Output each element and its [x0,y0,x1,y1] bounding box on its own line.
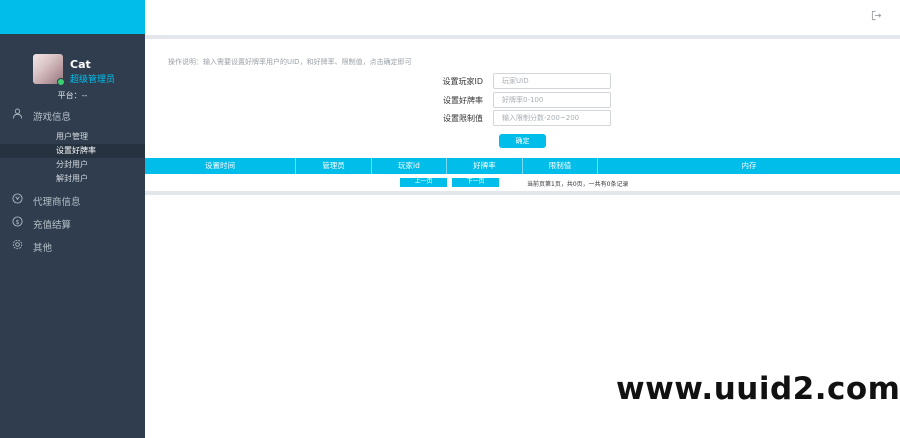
sidebar-subitem-unban-user[interactable]: 解封用户 [0,172,145,186]
sidebar-subitem-user-management[interactable]: 用户管理 [0,130,145,144]
sidebar-nav: 游戏信息 用户管理 设置好牌率 分封用户 解封用户 代理商信息 $ 充值结算 其… [0,104,145,258]
top-header [145,0,900,34]
online-status-dot [57,78,65,86]
table-bottom-divider [145,191,900,195]
confirm-button[interactable]: 确定 [499,134,546,148]
column-header[interactable]: 玩家id [372,158,447,174]
sidebar-item-label: 游戏信息 [33,112,72,123]
user-icon [12,108,23,119]
app: Cat 超级管理员 平台：-- 游戏信息 用户管理 设置好牌率 分封用户 解封用… [0,0,900,438]
platform-info: 平台：-- [0,90,145,101]
sidebar-item-label: 其他 [33,243,53,254]
logout-icon[interactable] [871,10,882,21]
sidebar-item-label: 充值结算 [33,220,72,231]
column-header[interactable]: 好牌率 [447,158,523,174]
agent-icon [12,193,23,204]
column-header[interactable]: 限制值 [523,158,598,174]
form-row-limit: 设置限制值 [145,110,900,126]
next-page-button[interactable]: 下一页 [452,178,499,187]
gear-icon [12,239,23,250]
sidebar-subitem-set-good-rate[interactable]: 设置好牌率 [0,144,145,158]
pagination: 上一页 下一页 当前页第1页，共0页，一共有0条记录 [145,177,900,189]
brand-bar [0,0,145,34]
instruction-text: 操作说明：输入需要设置好牌率用户的UID，和好牌率、限制值，点击确定即可 [168,58,412,66]
column-header[interactable]: 管理员 [296,158,372,174]
player-id-input[interactable] [493,73,611,89]
dollar-icon: $ [12,216,23,227]
avatar[interactable] [33,54,65,86]
prev-page-button[interactable]: 上一页 [400,178,447,187]
user-profile: Cat 超级管理员 平台：-- [0,34,145,104]
user-name: Cat [70,58,91,71]
good-rate-input[interactable] [493,92,611,108]
form-row-player-id: 设置玩家ID [145,73,900,89]
sidebar-item-game-info[interactable]: 游戏信息 [0,104,145,126]
sidebar-subitem-ban-user[interactable]: 分封用户 [0,158,145,172]
sidebar-item-label: 代理商信息 [33,197,81,208]
platform-label: 平台： [57,91,82,100]
limit-input[interactable] [493,110,611,126]
sidebar-item-other[interactable]: 其他 [0,235,145,258]
player-id-label: 设置玩家ID [442,77,483,86]
sidebar-submenu: 用户管理 设置好牌率 分封用户 解封用户 [0,126,145,186]
limit-label: 设置限制值 [443,114,483,123]
user-role: 超级管理员 [70,75,116,85]
pagination-info: 当前页第1页，共0页，一共有0条记录 [527,181,629,188]
sidebar: Cat 超级管理员 平台：-- 游戏信息 用户管理 设置好牌率 分封用户 解封用… [0,0,145,438]
platform-value: -- [81,91,88,100]
good-rate-label: 设置好牌率 [443,96,483,105]
column-header[interactable]: 内存 [598,158,900,174]
form-row-good-rate: 设置好牌率 [145,92,900,108]
sidebar-item-recharge[interactable]: $ 充值结算 [0,212,145,235]
table-header: 设置时间 管理员 玩家id 好牌率 限制值 内存 [145,158,900,174]
svg-text:$: $ [15,218,19,226]
sidebar-item-agent-info[interactable]: 代理商信息 [0,189,145,212]
column-header[interactable]: 设置时间 [145,158,296,174]
watermark: www.uuid2.com [616,371,900,407]
